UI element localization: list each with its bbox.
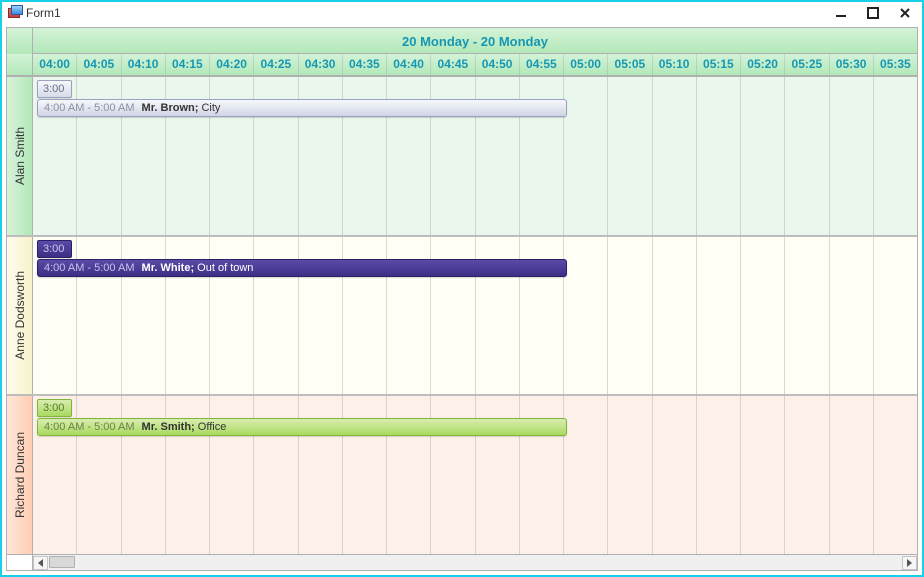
appointment-location: City	[201, 102, 220, 114]
resource-lane[interactable]: 3:004:00 AM - 5:00 AM Mr. Smith; Office	[33, 396, 917, 554]
scroll-left-button[interactable]	[33, 556, 48, 570]
resource-name: Anne Dodsworth	[13, 271, 27, 360]
window-title: Form1	[26, 6, 61, 20]
resource-header[interactable]: Anne Dodsworth	[7, 237, 33, 395]
time-cell[interactable]: 04:55	[520, 54, 564, 75]
app-icon	[8, 6, 22, 20]
appointment-subject: Mr. Smith;	[139, 421, 198, 433]
appointment-time: 4:00 AM - 5:00 AM	[44, 262, 135, 274]
time-cell[interactable]: 05:05	[608, 54, 652, 75]
appointment-subject: Mr. White;	[139, 262, 198, 274]
resource-row: Richard Duncan3:004:00 AM - 5:00 AM Mr. …	[7, 394, 917, 554]
header-corner	[7, 28, 33, 54]
time-cell[interactable]: 05:15	[697, 54, 741, 75]
appointment-subject: Mr. Brown;	[139, 102, 202, 114]
resource-name: Richard Duncan	[13, 432, 27, 518]
time-cell[interactable]: 04:45	[431, 54, 475, 75]
resource-header[interactable]: Alan Smith	[7, 77, 33, 235]
appointment-location: Out of town	[197, 262, 253, 274]
scheduler-body: Alan Smith3:004:00 AM - 5:00 AM Mr. Brow…	[7, 76, 917, 554]
time-cell[interactable]: 04:00	[33, 54, 77, 75]
time-cell[interactable]: 04:30	[299, 54, 343, 75]
time-cell[interactable]: 04:50	[476, 54, 520, 75]
time-ruler: 04:0004:0504:1004:1504:2004:2504:3004:35…	[33, 54, 917, 76]
scheduler: 20 Monday - 20 Monday 04:0004:0504:1004:…	[6, 27, 918, 571]
appointment[interactable]: 4:00 AM - 5:00 AM Mr. Smith; Office	[37, 418, 567, 436]
client-area: 20 Monday - 20 Monday 04:0004:0504:1004:…	[2, 24, 922, 575]
minimize-button[interactable]	[828, 4, 854, 22]
time-cell[interactable]: 04:05	[77, 54, 121, 75]
appointment-tag[interactable]: 3:00	[37, 399, 72, 417]
appointment[interactable]: 4:00 AM - 5:00 AM Mr. Brown; City	[37, 99, 567, 117]
appointment[interactable]: 4:00 AM - 5:00 AM Mr. White; Out of town	[37, 259, 567, 277]
header-corner-2	[7, 54, 33, 76]
resource-row: Anne Dodsworth3:004:00 AM - 5:00 AM Mr. …	[7, 235, 917, 395]
titlebar[interactable]: Form1	[2, 2, 922, 24]
scheduler-header: 20 Monday - 20 Monday 04:0004:0504:1004:…	[7, 28, 917, 76]
appointment-tag[interactable]: 3:00	[37, 240, 72, 258]
date-range-header[interactable]: 20 Monday - 20 Monday	[33, 28, 917, 54]
time-cell[interactable]: 05:20	[741, 54, 785, 75]
appointment-time: 4:00 AM - 5:00 AM	[44, 421, 135, 433]
time-cell[interactable]: 05:00	[564, 54, 608, 75]
time-cell[interactable]: 05:10	[653, 54, 697, 75]
appointment-time: 4:00 AM - 5:00 AM	[44, 102, 135, 114]
time-cell[interactable]: 04:35	[343, 54, 387, 75]
time-cell[interactable]: 04:15	[166, 54, 210, 75]
time-cell[interactable]: 04:40	[387, 54, 431, 75]
time-cell[interactable]: 04:10	[122, 54, 166, 75]
time-cell[interactable]: 04:25	[254, 54, 298, 75]
time-cell[interactable]: 05:35	[874, 54, 917, 75]
resource-lane[interactable]: 3:004:00 AM - 5:00 AM Mr. White; Out of …	[33, 237, 917, 395]
resource-lane[interactable]: 3:004:00 AM - 5:00 AM Mr. Brown; City	[33, 77, 917, 235]
resource-name: Alan Smith	[13, 127, 27, 185]
time-cell[interactable]: 04:20	[210, 54, 254, 75]
resource-row: Alan Smith3:004:00 AM - 5:00 AM Mr. Brow…	[7, 76, 917, 235]
close-button[interactable]	[892, 4, 918, 22]
horizontal-scrollbar[interactable]	[7, 554, 917, 570]
scrollbar-thumb[interactable]	[49, 556, 75, 568]
appointment-location: Office	[198, 421, 227, 433]
scroll-right-button[interactable]	[902, 556, 917, 570]
window-frame: Form1 20 Monday - 20 Monday 04:0004:0504…	[0, 0, 924, 577]
appointment-tag[interactable]: 3:00	[37, 80, 72, 98]
resource-header[interactable]: Richard Duncan	[7, 396, 33, 554]
time-cell[interactable]: 05:30	[830, 54, 874, 75]
maximize-button[interactable]	[860, 4, 886, 22]
time-cell[interactable]: 05:25	[785, 54, 829, 75]
scrollbar-track[interactable]	[33, 555, 917, 570]
